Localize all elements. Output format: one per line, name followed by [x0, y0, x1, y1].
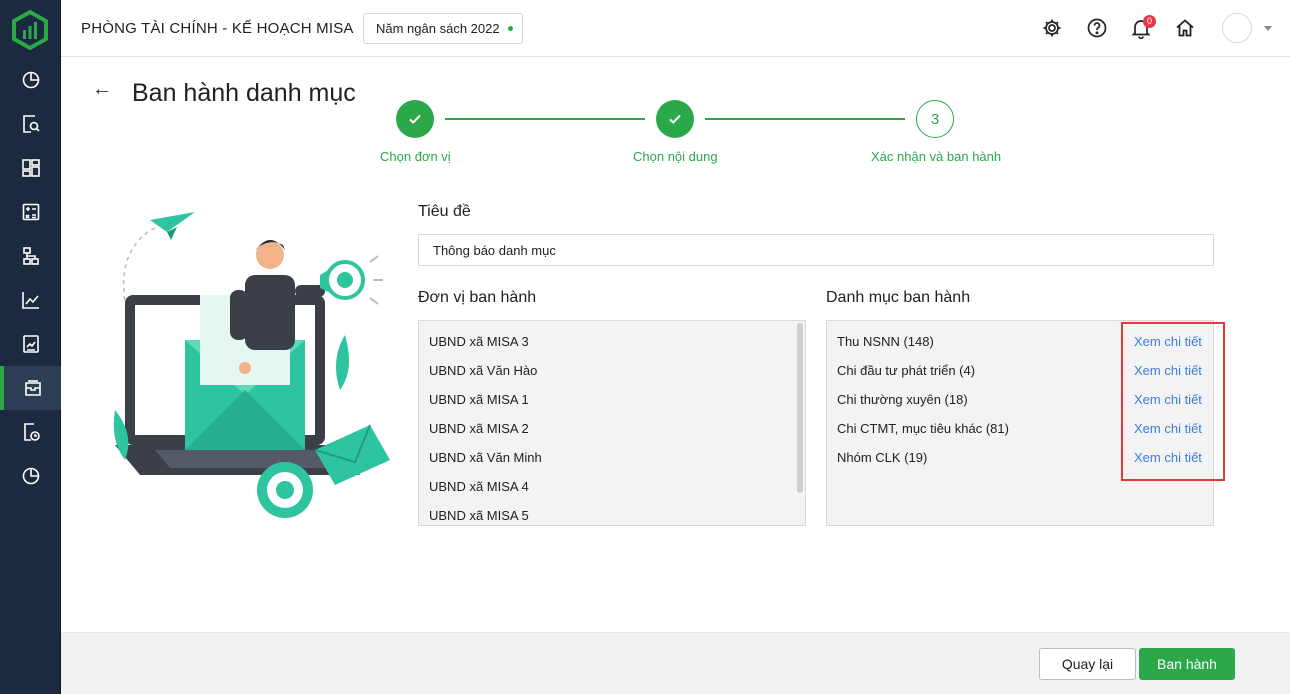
- help-icon[interactable]: [1086, 17, 1108, 39]
- gear-icon[interactable]: [1041, 17, 1063, 39]
- sidebar-item-structure[interactable]: [0, 234, 61, 278]
- title-input[interactable]: [418, 234, 1214, 266]
- inbox-archive-icon: [24, 380, 41, 396]
- issue-button[interactable]: Ban hành: [1139, 648, 1235, 680]
- check-icon: [669, 114, 681, 124]
- back-arrow-icon[interactable]: ←: [92, 78, 112, 101]
- sidebar-item-catalog[interactable]: [0, 366, 61, 410]
- list-item: UBND xã Văn Hào: [429, 363, 538, 378]
- units-list[interactable]: UBND xã MISA 3 UBND xã Văn Hào UBND xã M…: [418, 320, 806, 526]
- app-title: PHÒNG TÀI CHÍNH - KẾ HOẠCH MISA: [81, 20, 354, 37]
- sidebar-item-analytics[interactable]: [0, 278, 61, 322]
- sidebar: [0, 0, 61, 694]
- chevron-down-icon[interactable]: [1264, 26, 1272, 31]
- step-1-label: Chọn đơn vị: [380, 149, 451, 164]
- dashboard-grid-icon: [21, 159, 40, 177]
- list-item: UBND xã MISA 3: [429, 334, 529, 349]
- step-connector: [445, 118, 645, 120]
- sidebar-item-stats[interactable]: [0, 454, 61, 498]
- highlight-box: [1121, 322, 1225, 481]
- document-clock-icon: [23, 423, 40, 441]
- notification-badge: 0: [1143, 15, 1156, 28]
- sidebar-item-calculator[interactable]: [0, 190, 61, 234]
- top-header: PHÒNG TÀI CHÍNH - KẾ HOẠCH MISA Năm ngân…: [61, 0, 1290, 57]
- step-3-circle: 3: [916, 100, 954, 138]
- report-icon: [22, 335, 39, 353]
- back-button[interactable]: Quay lại: [1039, 648, 1136, 680]
- sidebar-item-reports[interactable]: [0, 322, 61, 366]
- document-search-icon: [22, 115, 40, 133]
- page-title: Ban hành danh mục: [132, 79, 356, 107]
- pie-chart-icon: [22, 467, 39, 485]
- category-name: Thu NSNN (148): [837, 334, 934, 349]
- line-chart-icon: [21, 292, 39, 309]
- list-item: UBND xã MISA 5: [429, 508, 529, 523]
- announcement-illustration: [113, 212, 390, 518]
- org-chart-icon: [22, 247, 39, 265]
- step-2-circle: [656, 100, 694, 138]
- category-name: Chi đầu tư phát triển (4): [837, 363, 976, 378]
- calculator-icon: [22, 203, 39, 221]
- pie-chart-icon: [22, 71, 39, 89]
- list-item: UBND xã MISA 1: [429, 392, 529, 407]
- list-item: UBND xã MISA 4: [429, 479, 529, 494]
- home-icon[interactable]: [1174, 17, 1196, 39]
- avatar[interactable]: [1222, 13, 1252, 43]
- sidebar-item-search[interactable]: [0, 102, 61, 146]
- list-item: UBND xã Văn Minh: [429, 450, 542, 465]
- categories-label: Danh mục ban hành: [826, 289, 971, 306]
- step-1-circle: [396, 100, 434, 138]
- sidebar-item-dashboard[interactable]: [0, 146, 61, 190]
- title-label: Tiêu đề: [418, 203, 471, 220]
- sidebar-item-history[interactable]: [0, 410, 61, 454]
- scrollbar[interactable]: [797, 323, 803, 493]
- sidebar-item-overview[interactable]: [0, 58, 61, 102]
- budget-year-selector[interactable]: Năm ngân sách 2022: [363, 13, 523, 44]
- check-icon: [409, 114, 421, 124]
- list-item: UBND xã MISA 2: [429, 421, 529, 436]
- category-name: Chi thường xuyên (18): [837, 392, 968, 407]
- budget-year-label: Năm ngân sách 2022: [376, 21, 500, 36]
- step-3-label: Xác nhận và ban hành: [871, 149, 1002, 164]
- units-label: Đơn vị ban hành: [418, 289, 537, 306]
- category-name: Nhóm CLK (19): [837, 450, 928, 465]
- category-name: Chi CTMT, mục tiêu khác (81): [837, 421, 1009, 436]
- step-2-label: Chọn nội dung: [633, 149, 718, 164]
- step-connector: [705, 118, 905, 120]
- status-dot-icon: [507, 26, 513, 31]
- misa-logo-icon[interactable]: [10, 10, 50, 50]
